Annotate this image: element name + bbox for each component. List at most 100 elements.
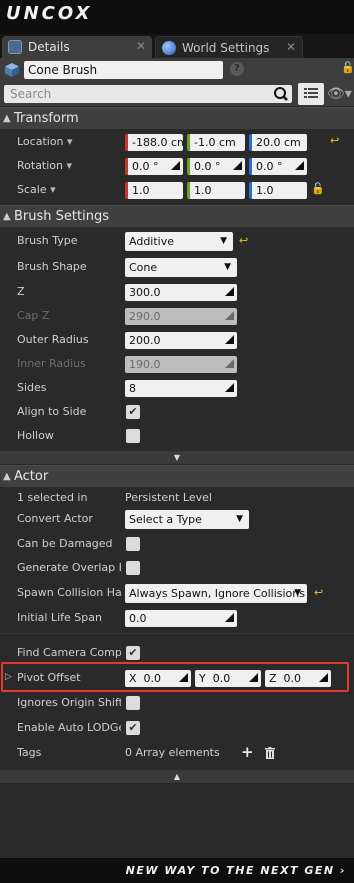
- property-matrix-icon[interactable]: [298, 83, 324, 105]
- cap-z-label: Cap Z: [17, 309, 50, 322]
- brush-type-value: Additive: [129, 235, 174, 248]
- initial-life-span-value: 0.0: [129, 612, 147, 625]
- hollow-checkbox[interactable]: [126, 429, 140, 443]
- location-y-field[interactable]: -1.0 cm: [187, 134, 245, 151]
- collapse-arrow-icon: ▲: [3, 113, 11, 124]
- location-z-value: 20.0 cm: [256, 136, 301, 149]
- generate-overlap-checkbox[interactable]: [126, 561, 140, 575]
- row-brush-type: Brush Type Additive ▼ ↩: [0, 229, 354, 253]
- z-value: 300.0: [129, 286, 161, 299]
- spin-icon: [225, 335, 234, 344]
- close-icon[interactable]: ✕: [136, 39, 146, 53]
- location-label[interactable]: Location: [17, 130, 73, 154]
- chevron-down-icon: ▼: [220, 236, 227, 246]
- sides-field[interactable]: 8: [125, 380, 237, 397]
- reset-to-default-icon[interactable]: ↩: [330, 134, 339, 147]
- row-initial-life-span: Initial Life Span 0.0: [0, 606, 354, 630]
- advanced-expand-button[interactable]: ▼: [0, 451, 354, 464]
- cap-z-value: 290.0: [129, 310, 161, 323]
- scale-y-field[interactable]: 1.0: [187, 182, 245, 199]
- scale-z-field[interactable]: 1.0: [249, 182, 307, 199]
- z-field[interactable]: 300.0: [125, 284, 237, 301]
- location-x-value: -188.0 cm: [132, 136, 183, 149]
- section-brush-title: Brush Settings: [14, 209, 109, 224]
- row-rotation: Rotation 0.0 ° 0.0 ° 0.0 °: [0, 154, 354, 178]
- tab-world-settings[interactable]: World Settings ✕: [155, 36, 303, 58]
- row-outer-radius: Outer Radius 200.0: [0, 328, 354, 352]
- location-z-field[interactable]: 20.0 cm: [249, 134, 307, 151]
- lock-icon[interactable]: 🔓: [341, 61, 354, 74]
- align-to-side-label: Align to Side: [17, 405, 87, 418]
- spin-icon: [295, 161, 304, 170]
- rotation-x-value: 0.0 °: [132, 160, 159, 173]
- location-x-field[interactable]: -188.0 cm: [125, 134, 183, 151]
- find-camera-checkbox[interactable]: ✔: [126, 646, 140, 660]
- rotation-z-field[interactable]: 0.0 °: [249, 158, 307, 175]
- row-brush-shape: Brush Shape Cone ▼: [0, 255, 354, 279]
- inner-radius-field: 190.0: [125, 356, 237, 373]
- spawn-collision-dropdown[interactable]: Always Spawn, Ignore Collisions ▼: [125, 584, 307, 603]
- hollow-label: Hollow: [17, 429, 54, 442]
- details-header: Cone Brush ? 🔓 Search 👁▾: [0, 58, 354, 106]
- globe-icon: [162, 40, 176, 55]
- search-input[interactable]: Search: [4, 85, 292, 103]
- reset-to-default-icon[interactable]: ↩: [314, 586, 323, 599]
- tagline-text: NEW WAY TO THE NEXT GEN ›: [125, 864, 346, 877]
- auto-lodgen-checkbox[interactable]: ✔: [126, 721, 140, 735]
- ignores-origin-label: Ignores Origin Shiftir: [17, 696, 121, 709]
- scale-z-value: 1.0: [256, 184, 274, 197]
- trash-icon[interactable]: [265, 747, 275, 759]
- rotation-x-field[interactable]: 0.0 °: [125, 158, 183, 175]
- search-icon[interactable]: [271, 85, 291, 103]
- outer-radius-field[interactable]: 200.0: [125, 332, 237, 349]
- object-name-field[interactable]: Cone Brush: [24, 61, 223, 79]
- rotation-z-value: 0.0 °: [256, 160, 283, 173]
- reset-to-default-icon[interactable]: ↩: [239, 234, 248, 247]
- brush-type-dropdown[interactable]: Additive ▼: [125, 232, 233, 251]
- outer-radius-value: 200.0: [129, 334, 161, 347]
- rotation-y-field[interactable]: 0.0 °: [187, 158, 245, 175]
- align-to-side-checkbox[interactable]: ✔: [126, 405, 140, 419]
- section-actor[interactable]: ▲ Actor: [0, 465, 354, 487]
- inner-radius-value: 190.0: [129, 358, 161, 371]
- convert-actor-dropdown[interactable]: Select a Type ▼: [125, 510, 249, 529]
- sides-label: Sides: [17, 381, 47, 394]
- convert-actor-value: Select a Type: [129, 513, 202, 526]
- row-hollow: Hollow: [0, 424, 354, 448]
- spin-icon: [225, 287, 234, 296]
- tab-world-settings-label: World Settings: [182, 40, 270, 55]
- row-inner-radius: Inner Radius 190.0: [0, 352, 354, 376]
- row-auto-lodgen: Enable Auto LODGen ✔: [0, 716, 354, 740]
- brush-shape-dropdown[interactable]: Cone ▼: [125, 258, 237, 277]
- lock-icon[interactable]: 🔓: [311, 182, 325, 195]
- tags-count-value: 0 Array elements: [125, 746, 220, 759]
- rotation-y-value: 0.0 °: [194, 160, 221, 173]
- row-can-be-damaged: Can be Damaged: [0, 532, 354, 556]
- add-element-icon[interactable]: +: [241, 743, 254, 761]
- help-icon[interactable]: ?: [230, 62, 244, 76]
- tab-details[interactable]: Details ✕: [2, 36, 152, 58]
- scale-label[interactable]: Scale: [17, 178, 56, 202]
- advanced-collapse-button[interactable]: ▲: [0, 770, 354, 783]
- close-icon[interactable]: ✕: [286, 40, 296, 54]
- scale-x-field[interactable]: 1.0: [125, 182, 183, 199]
- section-brush-settings[interactable]: ▲ Brush Settings: [0, 205, 354, 227]
- brush-type-label: Brush Type: [17, 234, 78, 247]
- outer-radius-label: Outer Radius: [17, 333, 89, 346]
- row-ignores-origin: Ignores Origin Shiftir: [0, 691, 354, 715]
- row-sides: Sides 8: [0, 376, 354, 400]
- rotation-label[interactable]: Rotation: [17, 154, 72, 178]
- brush-cube-icon: [5, 63, 19, 77]
- pivot-offset-highlight: [1, 662, 349, 692]
- tab-details-label: Details: [28, 40, 70, 54]
- spin-icon: [171, 161, 180, 170]
- eye-icon[interactable]: 👁▾: [327, 87, 354, 101]
- scale-y-value: 1.0: [194, 184, 212, 197]
- section-transform-title: Transform: [14, 111, 79, 126]
- initial-life-span-field[interactable]: 0.0: [125, 610, 237, 627]
- row-tags: Tags 0 Array elements +: [0, 741, 354, 765]
- can-be-damaged-checkbox[interactable]: [126, 537, 140, 551]
- ignores-origin-checkbox[interactable]: [126, 696, 140, 710]
- row-align-to-side: Align to Side ✔: [0, 400, 354, 424]
- section-transform[interactable]: ▲ Transform: [0, 107, 354, 129]
